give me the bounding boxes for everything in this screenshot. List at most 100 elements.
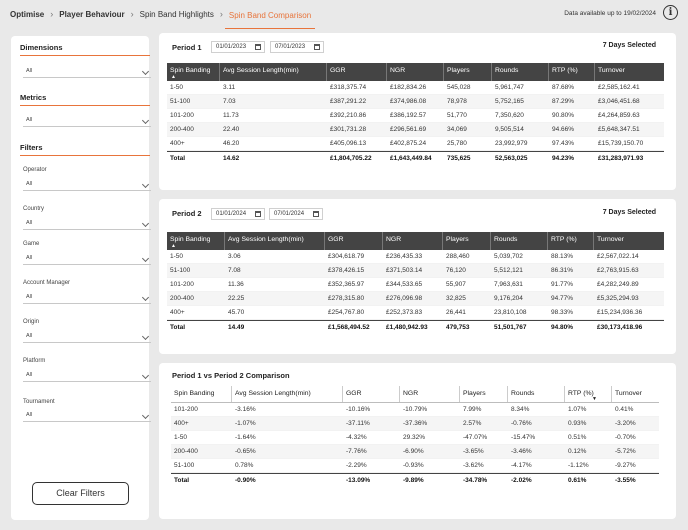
table-cell: -3.16% [235, 406, 256, 413]
table-total-cell: Total [170, 155, 186, 162]
chevron-down-icon [141, 293, 150, 302]
breadcrumb-optimise[interactable]: Optimise [10, 10, 44, 19]
column-header[interactable]: Spin Banding [171, 386, 232, 402]
table-cell: -5.72% [615, 448, 636, 455]
period-2-table: Spin Banding ▲ Avg Session Length(min) GGR N… [167, 232, 664, 334]
column-header[interactable]: Turnover [595, 63, 664, 81]
table-total-cell: £1,804,705.22 [330, 155, 372, 162]
column-header[interactable]: NGR [400, 386, 460, 402]
table-row: 101-200 11.36 £352,365.97 £344,533.65 55,907… [167, 278, 664, 292]
comparison-panel: Period 1 vs Period 2 Comparison Spin Ban… [159, 363, 676, 519]
table-cell: 90.80% [552, 112, 575, 119]
sort-arrow-icon[interactable]: ▲ [171, 75, 176, 80]
column-header[interactable]: GGR [325, 232, 383, 250]
tournament-dropdown[interactable]: All [23, 410, 151, 422]
operator-dropdown[interactable]: All [23, 179, 151, 191]
column-header[interactable]: GGR [327, 63, 387, 81]
chevron-down-icon [141, 332, 150, 341]
metrics-title: Metrics [20, 93, 47, 102]
metrics-dropdown[interactable]: All [23, 115, 151, 127]
dropdown-value: All [26, 68, 33, 74]
breadcrumb-player-behaviour[interactable]: Player Behaviour [59, 10, 124, 19]
breadcrumb-spin-band-comparison[interactable]: Spin Band Comparison [229, 11, 311, 20]
table-row: 200-400 22.40 £301,731.28 £296,561.69 34,069… [167, 123, 664, 137]
table-cell: -4.17% [511, 462, 532, 469]
table-cell: -3.20% [615, 420, 636, 427]
table-cell: 7.99% [463, 406, 482, 413]
dropdown-value: All [26, 220, 33, 226]
column-header[interactable]: RTP (%) [549, 63, 595, 81]
column-header-label: RTP (%) [551, 236, 577, 243]
column-header[interactable]: Rounds [491, 232, 548, 250]
table-total-cell: -9.89% [403, 477, 424, 484]
clear-filters-button[interactable]: Clear Filters [32, 482, 129, 505]
table-cell: -10.16% [346, 406, 371, 413]
column-header[interactable]: Rounds [508, 386, 565, 402]
column-header[interactable]: Players [460, 386, 508, 402]
divider [20, 105, 150, 106]
filter-label-operator: Operator [23, 167, 47, 173]
period-1-start-date[interactable]: 01/01/2023 [211, 41, 265, 53]
table-cell: 94.66% [552, 126, 575, 133]
sort-arrow-icon[interactable]: ▲ [171, 244, 176, 249]
table-cell: 45.70 [228, 309, 245, 316]
column-header[interactable]: Turnover [594, 232, 664, 250]
column-header-label: Avg Session Length(min) [235, 390, 311, 397]
column-header-label: Turnover [598, 67, 625, 74]
dimensions-dropdown[interactable]: All [23, 66, 151, 78]
period-2-end-date[interactable]: 07/01/2024 [269, 208, 323, 220]
column-header[interactable]: Avg Session Length(min) [225, 232, 325, 250]
table-cell: 7.08 [228, 267, 241, 274]
table-cell: -7.76% [346, 448, 367, 455]
calendar-icon [313, 211, 319, 217]
platform-dropdown[interactable]: All [23, 370, 151, 382]
column-header[interactable]: Turnover [612, 386, 659, 402]
table-cell: £2,763,915.63 [597, 267, 639, 274]
info-icon[interactable]: i [663, 5, 678, 20]
column-header[interactable]: Players [443, 232, 491, 250]
dropdown-value: All [26, 412, 33, 418]
table-cell: £352,365.97 [328, 281, 365, 288]
column-header[interactable]: Players [444, 63, 492, 81]
column-header[interactable]: Spin Banding ▲ [167, 63, 220, 81]
chevron-down-icon [141, 67, 150, 76]
column-header[interactable]: NGR [387, 63, 444, 81]
game-dropdown[interactable]: All [23, 253, 151, 265]
column-header[interactable]: Spin Banding ▲ [167, 232, 225, 250]
table-cell: -3.46% [511, 448, 532, 455]
table-cell: -10.79% [403, 406, 428, 413]
column-header[interactable]: NGR [383, 232, 443, 250]
table-header: Spin Banding ▲ Avg Session Length(min) GGR N… [167, 232, 664, 250]
period-1-end-date[interactable]: 07/01/2023 [270, 41, 324, 53]
chevron-right-icon: › [130, 9, 134, 19]
dropdown-value: All [26, 255, 33, 261]
column-header[interactable]: GGR [343, 386, 400, 402]
period-1-panel: Period 1 01/01/2023 07/01/2023 7 Days Se… [159, 33, 676, 190]
column-header[interactable]: RTP (%) [548, 232, 594, 250]
column-header[interactable]: RTP (%) ▼ [565, 386, 612, 402]
chevron-down-icon [141, 371, 150, 380]
column-header[interactable]: Avg Session Length(min) [232, 386, 343, 402]
period-2-start-date[interactable]: 01/01/2024 [211, 208, 265, 220]
account-manager-dropdown[interactable]: All [23, 292, 151, 304]
breadcrumb-spin-band-highlights[interactable]: Spin Band Highlights [140, 10, 214, 19]
column-header-label: Rounds [495, 67, 519, 74]
origin-dropdown[interactable]: All [23, 331, 151, 343]
breadcrumb-active[interactable]: Spin Band Comparison [224, 5, 316, 29]
table-total-cell: 14.49 [228, 324, 245, 331]
table-cell: 5,752,165 [495, 98, 524, 105]
table-cell: £374,986.08 [390, 98, 427, 105]
table-cell: 200-400 [170, 126, 194, 133]
column-header[interactable]: Rounds [492, 63, 549, 81]
sort-arrow-icon[interactable]: ▼ [592, 397, 597, 402]
table-cell: 51,770 [447, 112, 467, 119]
country-dropdown[interactable]: All [23, 218, 151, 230]
table-cell: -37.36% [403, 420, 428, 427]
table-cell: 2.57% [463, 420, 482, 427]
table-total-cell: -3.55% [615, 477, 636, 484]
filter-sidebar: Dimensions All Metrics All Filters Opera… [11, 36, 151, 520]
table-cell: 200-400 [170, 295, 194, 302]
column-header-label: GGR [346, 390, 362, 397]
column-header[interactable]: Avg Session Length(min) [220, 63, 327, 81]
table-cell: £252,373.83 [386, 309, 423, 316]
